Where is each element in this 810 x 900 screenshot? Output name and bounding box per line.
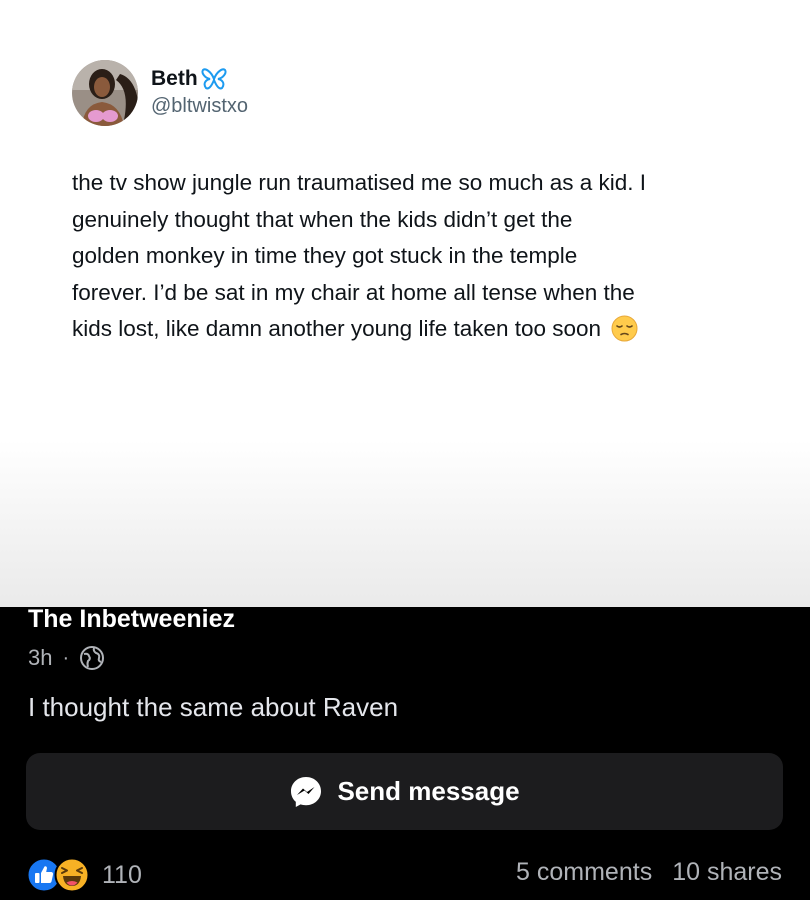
tweet-author-avatar — [72, 60, 138, 126]
shares-count[interactable]: 10 shares — [672, 858, 782, 887]
tweet-author-handle: @bltwistxo — [151, 95, 248, 117]
butterfly-icon — [201, 68, 227, 90]
haha-icon — [54, 857, 90, 893]
globe-icon[interactable] — [79, 645, 105, 671]
reaction-count: 110 — [102, 860, 142, 889]
post-caption: I thought the same about Raven — [28, 692, 399, 722]
tweet-screenshot[interactable]: Beth @bltwistxo the tv show jungle run t… — [0, 0, 810, 607]
tweet-author-name: Beth — [151, 67, 198, 90]
engagement-stats: 5 comments 10 shares — [516, 858, 782, 887]
post-timestamp[interactable]: 3h — [28, 645, 52, 671]
send-message-button[interactable]: Send message — [26, 753, 783, 830]
tweet-text-line: golden monkey in time they got stuck in … — [72, 243, 578, 268]
tweet-text-line: forever. I’d be sat in my chair at home … — [72, 279, 635, 305]
tweet-text-line: the tv show jungle run traumatised me so… — [72, 170, 647, 195]
reactions-summary[interactable]: 110 — [26, 855, 142, 895]
post-meta: 3h · — [28, 643, 105, 673]
meta-separator: · — [62, 646, 70, 669]
tweet-text: the tv show jungle run traumatised me so… — [72, 165, 762, 348]
messenger-icon — [289, 775, 323, 809]
comments-count[interactable]: 5 comments — [516, 858, 652, 887]
pensive-face-emoji — [611, 315, 638, 342]
send-message-label: Send message — [337, 776, 520, 806]
post-page-name[interactable]: The Inbetweeniez — [28, 605, 235, 634]
tweet-text-line: genuinely thought that when the kids did… — [72, 206, 573, 232]
tweet-author-name-row: Beth — [151, 67, 227, 91]
tweet-text-line: kids lost, like damn another young life … — [72, 316, 602, 341]
tweet-text-line-last: kids lost, like damn another young life … — [72, 311, 762, 348]
